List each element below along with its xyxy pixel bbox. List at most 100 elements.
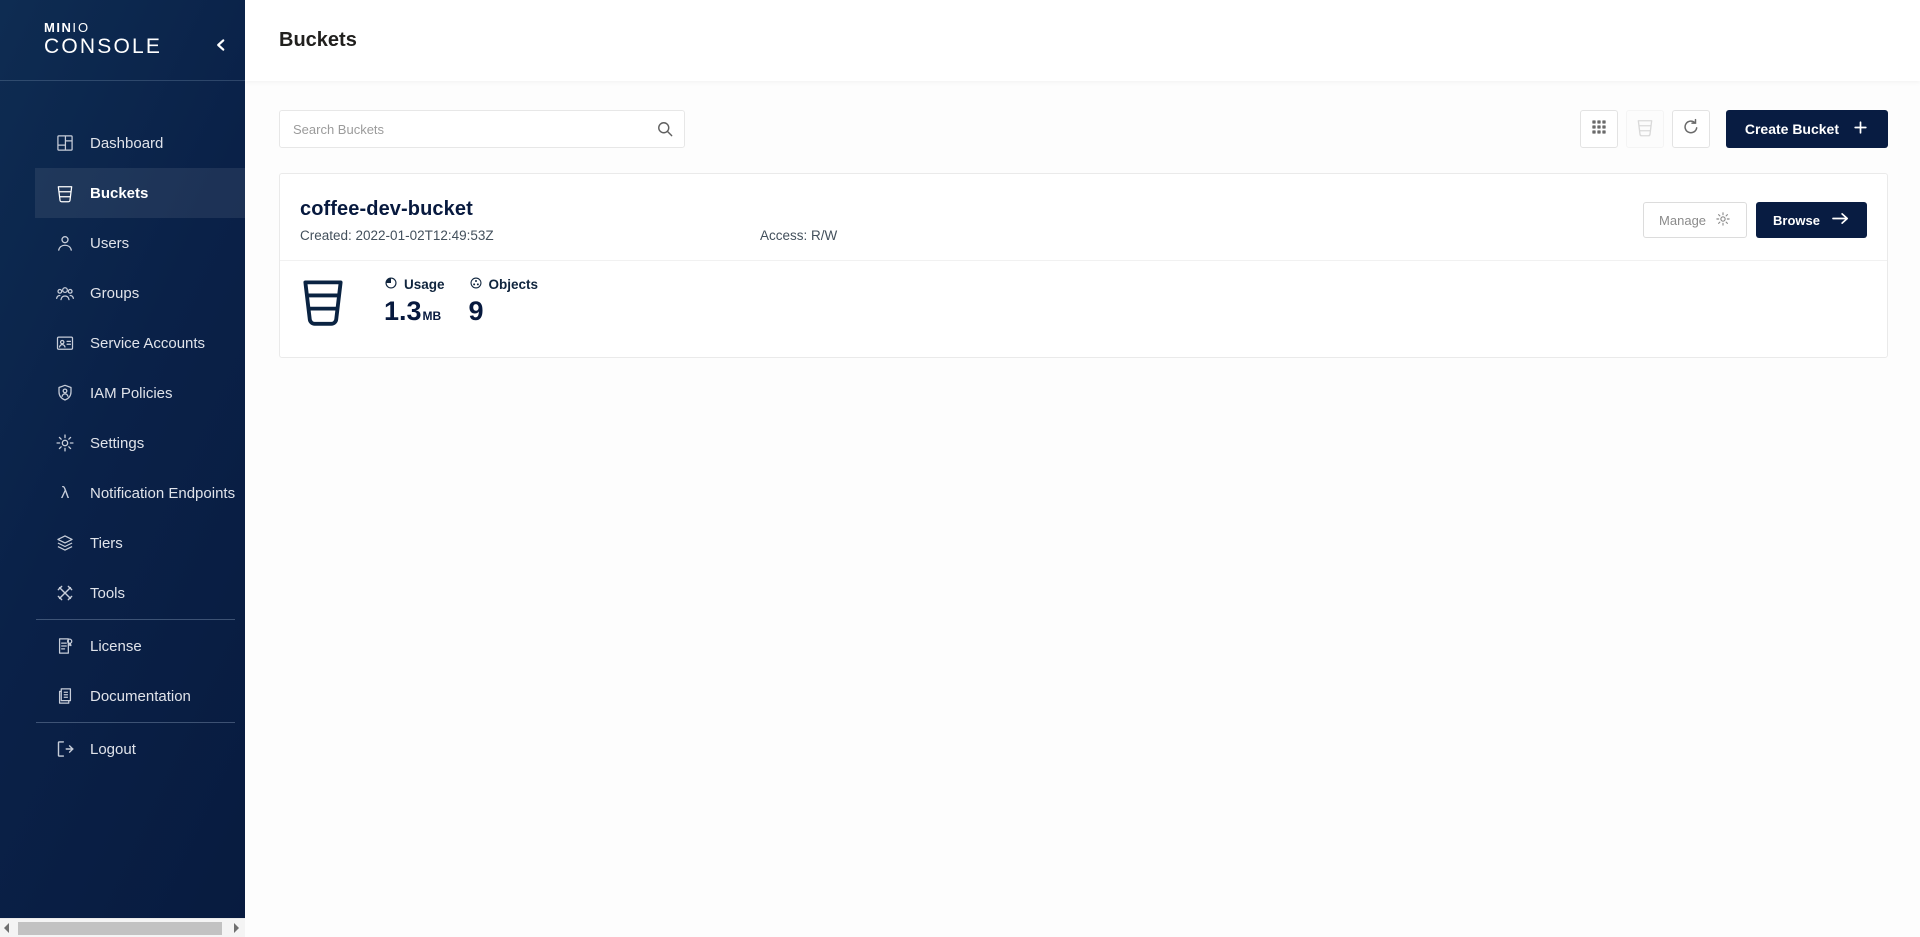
sidebar-item-documentation[interactable]: Documentation — [35, 671, 245, 721]
manage-label: Manage — [1659, 213, 1706, 228]
svg-text:λ: λ — [61, 483, 70, 502]
sidebar-divider — [36, 722, 235, 723]
sidebar-item-label: Buckets — [90, 185, 148, 202]
list-view-button — [1626, 110, 1664, 148]
scrollbar-right-arrow-icon[interactable] — [234, 923, 239, 933]
sidebar-item-label: Notification Endpoints — [90, 485, 235, 502]
sidebar-collapse-button[interactable] — [210, 37, 230, 57]
bucket-meta-row: Created: 2022-01-02T12:49:53Z Access: R/… — [300, 228, 1643, 243]
sidebar-item-label: Groups — [90, 285, 139, 302]
sidebar-item-license[interactable]: License — [35, 621, 245, 671]
page-title: Buckets — [279, 29, 357, 52]
refresh-button[interactable] — [1672, 110, 1710, 148]
usage-value: 1.3MB — [384, 296, 445, 331]
horizontal-scrollbar[interactable] — [0, 918, 245, 937]
manage-button[interactable]: Manage — [1643, 202, 1747, 238]
bucket-metrics: Usage 1.3MB Objects 9 — [280, 261, 1887, 357]
usage-pie-icon — [384, 276, 398, 293]
objects-icon — [469, 276, 483, 293]
users-icon — [55, 233, 75, 253]
bucket-card-buttons: Manage Browse — [1643, 202, 1867, 238]
objects-label: Objects — [489, 277, 539, 292]
sidebar-item-label: Tools — [90, 585, 125, 602]
sidebar-item-settings[interactable]: Settings — [35, 418, 245, 468]
usage-label: Usage — [404, 277, 445, 292]
usage-number: 1.3 — [384, 296, 422, 326]
tools-icon — [55, 583, 75, 603]
license-icon — [55, 636, 75, 656]
grid-view-icon — [1589, 117, 1609, 142]
toolbar: Create Bucket — [279, 110, 1888, 148]
sidebar-item-tiers[interactable]: Tiers — [35, 518, 245, 568]
sidebar-item-notification-endpoints[interactable]: λ Notification Endpoints — [35, 468, 245, 518]
scrollbar-thumb[interactable] — [18, 922, 222, 935]
sidebar-item-label: Dashboard — [90, 135, 163, 152]
search-wrap — [279, 110, 685, 148]
arrow-right-icon — [1831, 211, 1850, 229]
bucket-card: coffee-dev-bucket Created: 2022-01-02T12… — [279, 173, 1888, 358]
browse-button[interactable]: Browse — [1756, 202, 1867, 238]
notification-endpoints-icon: λ — [55, 483, 75, 503]
brand-bold: MIN — [44, 20, 72, 35]
bucket-name-link[interactable]: coffee-dev-bucket — [300, 198, 1643, 221]
sidebar-item-tools[interactable]: Tools — [35, 568, 245, 618]
dashboard-icon — [55, 133, 75, 153]
logout-icon — [55, 739, 75, 759]
groups-icon — [55, 283, 75, 303]
objects-metric-label-row: Objects — [469, 276, 539, 293]
sidebar-item-label: Service Accounts — [90, 335, 205, 352]
logo-area: MINIO CONSOLE — [0, 0, 245, 81]
gear-icon — [1715, 211, 1731, 230]
sidebar-item-service-accounts[interactable]: Service Accounts — [35, 318, 245, 368]
usage-metric: Usage 1.3MB — [384, 276, 445, 331]
sidebar-item-logout[interactable]: Logout — [35, 724, 245, 774]
buckets-icon — [55, 183, 75, 203]
bucket-card-top: coffee-dev-bucket Created: 2022-01-02T12… — [280, 174, 1887, 260]
sidebar-item-iam-policies[interactable]: IAM Policies — [35, 368, 245, 418]
sidebar: MINIO CONSOLE Dashboard Buckets Users Group… — [0, 0, 245, 937]
sidebar-item-label: Users — [90, 235, 129, 252]
sidebar-item-label: Tiers — [90, 535, 123, 552]
toolbar-actions: Create Bucket — [1580, 110, 1888, 148]
objects-value: 9 — [469, 296, 539, 326]
browse-label: Browse — [1773, 213, 1820, 228]
grid-view-button[interactable] — [1580, 110, 1618, 148]
usage-metric-label-row: Usage — [384, 276, 445, 293]
search-input[interactable] — [279, 110, 685, 148]
sidebar-item-label: IAM Policies — [90, 385, 173, 402]
create-bucket-label: Create Bucket — [1745, 121, 1839, 137]
sidebar-item-groups[interactable]: Groups — [35, 268, 245, 318]
brand-light: IO — [72, 20, 90, 35]
sidebar-item-label: Logout — [90, 741, 136, 758]
bucket-headings: coffee-dev-bucket Created: 2022-01-02T12… — [300, 198, 1643, 243]
bucket-created: Created: 2022-01-02T12:49:53Z — [300, 228, 760, 243]
plus-icon — [1852, 119, 1869, 139]
sidebar-item-users[interactable]: Users — [35, 218, 245, 268]
sidebar-item-label: Settings — [90, 435, 144, 452]
chevron-left-icon — [215, 38, 226, 57]
sidebar-item-label: License — [90, 638, 142, 655]
usage-unit: MB — [423, 309, 442, 323]
objects-metric: Objects 9 — [469, 276, 539, 331]
bucket-list-icon — [1635, 117, 1655, 142]
sidebar-item-label: Documentation — [90, 688, 191, 705]
main-area: Buckets — [245, 0, 1920, 937]
page-header: Buckets — [245, 0, 1920, 81]
settings-icon — [55, 433, 75, 453]
iam-policies-icon — [55, 383, 75, 403]
documentation-icon — [55, 686, 75, 706]
refresh-icon — [1681, 117, 1701, 142]
bucket-icon — [300, 276, 346, 329]
bucket-access: Access: R/W — [760, 228, 837, 243]
service-accounts-icon — [55, 333, 75, 353]
tiers-icon — [55, 533, 75, 553]
minio-logo: MINIO — [44, 21, 245, 34]
sidebar-menu: Dashboard Buckets Users Groups Service Accou… — [0, 81, 245, 937]
sidebar-item-dashboard[interactable]: Dashboard — [35, 118, 245, 168]
create-bucket-button[interactable]: Create Bucket — [1726, 110, 1888, 148]
search-icon — [655, 119, 675, 139]
sidebar-item-buckets[interactable]: Buckets — [35, 168, 245, 218]
content-area: Create Bucket coffee-dev-bucket Created:… — [245, 81, 1920, 358]
scrollbar-left-arrow-icon[interactable] — [4, 923, 9, 933]
sidebar-divider — [36, 619, 235, 620]
